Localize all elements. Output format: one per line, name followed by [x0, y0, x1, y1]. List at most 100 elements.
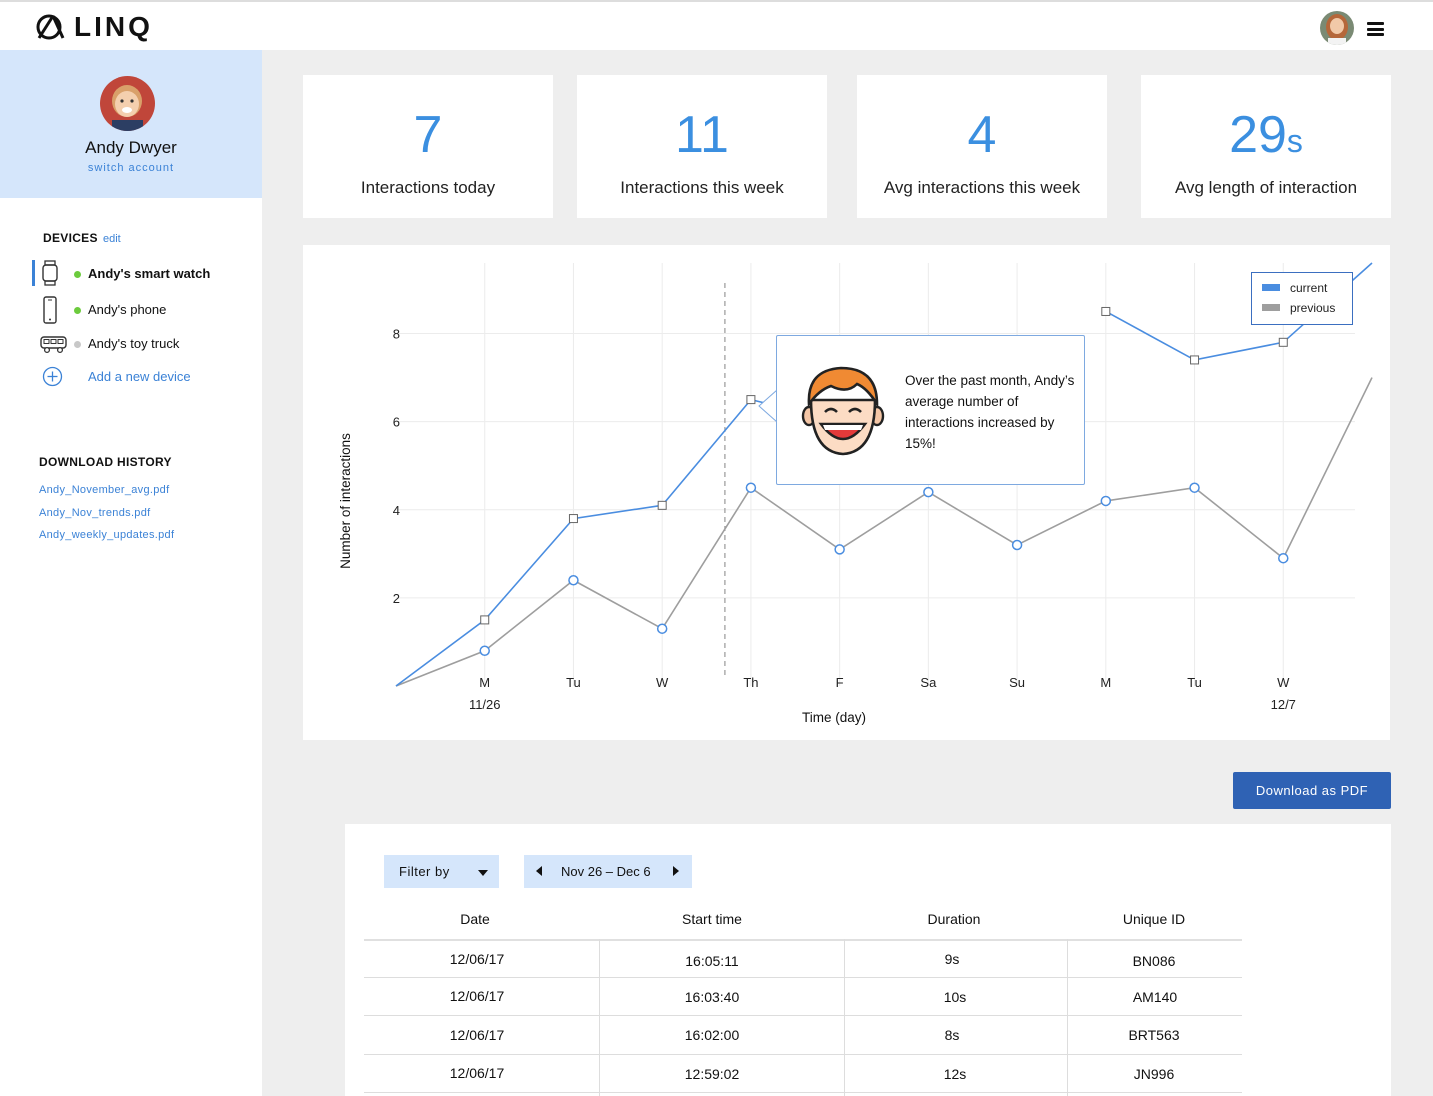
- add-device-label: Add a new device: [88, 369, 191, 384]
- next-arrow-icon[interactable]: [673, 866, 679, 876]
- cell-start-time: 16:03:40: [684, 989, 740, 1005]
- active-indicator: [32, 260, 35, 286]
- row-divider: [364, 977, 1242, 978]
- series-line-current: [395, 398, 840, 687]
- data-point-previous: [834, 544, 845, 555]
- truck-icon: [40, 336, 67, 354]
- profile-avatar: [100, 76, 155, 131]
- top-bar: LINQ: [0, 0, 1433, 50]
- row-divider: [364, 1092, 1242, 1093]
- cell-duration: 12s: [943, 1066, 967, 1082]
- legend-label: current: [1290, 281, 1328, 295]
- row-divider: [364, 1015, 1242, 1016]
- download-history-link[interactable]: Andy_weekly_updates.pdf: [39, 529, 174, 541]
- column-divider: [599, 939, 600, 1096]
- column-divider: [1067, 939, 1068, 1096]
- y-tick-label: 4: [393, 503, 400, 518]
- cell-duration: 9s: [944, 951, 960, 967]
- x-tick-label: F: [836, 675, 844, 690]
- devices-title: DEVICES: [43, 231, 98, 245]
- device-item-phone[interactable]: Andy's phone: [32, 296, 252, 326]
- online-status-dot: [74, 307, 81, 314]
- stat-label: Interactions this week: [620, 178, 784, 197]
- previous-arrow-icon[interactable]: [536, 866, 542, 876]
- cell-duration: 10s: [943, 989, 967, 1005]
- stat-value: 29s: [1229, 106, 1303, 164]
- logo[interactable]: LINQ: [36, 11, 153, 43]
- x-tick-label: M: [1100, 675, 1111, 690]
- column-header-duration[interactable]: Duration: [904, 911, 1004, 927]
- cell-date: 12/06/17: [449, 951, 505, 967]
- menu-icon[interactable]: [1367, 22, 1384, 36]
- y-tick-label: 8: [393, 327, 400, 342]
- add-device-button[interactable]: Add a new device: [40, 366, 240, 388]
- devices-edit-link[interactable]: edit: [103, 233, 121, 245]
- data-point-previous: [568, 575, 579, 586]
- header-divider: [364, 939, 1242, 941]
- column-header-start-time[interactable]: Start time: [662, 911, 762, 927]
- data-point-previous: [656, 623, 668, 634]
- cell-start-time: 12:59:02: [684, 1066, 740, 1082]
- x-tick-label: Tu: [566, 675, 581, 690]
- download-history-link[interactable]: Andy_November_avg.pdf: [39, 484, 169, 496]
- device-item-toy-truck[interactable]: Andy's toy truck: [32, 330, 252, 360]
- x-tick-label: Tu: [1187, 675, 1202, 690]
- profile-name: Andy Dwyer: [85, 138, 177, 157]
- x-tick-label: M: [479, 675, 490, 690]
- x-tick-label: Sa: [920, 675, 937, 690]
- stat-value: 11: [675, 106, 729, 164]
- filter-dropdown[interactable]: Filter by: [384, 855, 499, 888]
- data-point-current: [1190, 355, 1200, 365]
- insight-text: Over the past month, Andy’s average numb…: [905, 373, 1075, 451]
- device-label: Andy's toy truck: [88, 336, 180, 351]
- y-tick-label: 2: [393, 591, 400, 606]
- download-history-link[interactable]: Andy_Nov_trends.pdf: [39, 507, 151, 519]
- cell-duration: 8s: [944, 1027, 960, 1043]
- stat-value: 4: [967, 106, 997, 164]
- cell-unique-id: BN086: [1132, 953, 1176, 969]
- cell-date: 12/06/17: [449, 1027, 505, 1043]
- data-point-previous: [745, 482, 757, 493]
- user-avatar[interactable]: [1320, 11, 1354, 45]
- stat-card-avg-length: 29s Avg length of interaction: [1141, 75, 1391, 218]
- x-tick-date-label: 11/26: [469, 697, 501, 712]
- cell-unique-id: JN996: [1133, 1066, 1175, 1082]
- data-point-previous: [479, 645, 490, 656]
- cell-unique-id: BRT563: [1128, 1027, 1180, 1043]
- plus-circle-icon: [42, 366, 63, 387]
- data-point-current: [746, 395, 756, 405]
- insight-tooltip: Over the past month, Andy’s average numb…: [776, 335, 1085, 485]
- switch-account-link[interactable]: switch account: [0, 162, 262, 174]
- column-header-unique-id[interactable]: Unique ID: [1104, 911, 1204, 927]
- chart-legend: current previous: [1251, 272, 1353, 325]
- cell-start-time: 16:05:11: [685, 953, 739, 969]
- data-point-previous: [923, 486, 934, 498]
- profile-panel: Andy Dwyer switch account: [0, 50, 262, 198]
- data-point-current: [568, 514, 578, 524]
- download-pdf-button[interactable]: Download as PDF: [1233, 772, 1391, 809]
- data-point-previous: [1278, 552, 1289, 564]
- watch-icon: [42, 260, 58, 286]
- legend-swatch: [1262, 284, 1280, 291]
- date-range-picker: Nov 26 – Dec 6: [524, 855, 692, 888]
- stat-label: Avg length of interaction: [1174, 178, 1358, 197]
- online-status-dot: [74, 271, 81, 278]
- row-divider: [364, 1054, 1242, 1055]
- offline-status-dot: [74, 341, 81, 348]
- linq-logo-icon: [36, 14, 65, 40]
- column-header-date[interactable]: Date: [425, 911, 525, 927]
- phone-icon: [43, 296, 57, 324]
- interactions-chart: 2 4 6 8 M 11/26 Tu W Th F Sa Su M Tu W 12/7 Time (day) Nu…: [303, 245, 1390, 740]
- column-divider: [844, 939, 845, 1096]
- chart-plot: 2 4 6 8 M 11/26 Tu W Th F Sa Su M Tu W 12/7 Time (day) Nu…: [338, 262, 1373, 725]
- data-point-current: [657, 500, 667, 510]
- cell-start-time: 16:02:00: [684, 1027, 740, 1043]
- happy-face-icon: [801, 366, 885, 456]
- download-history-title: DOWNLOAD HISTORY: [39, 455, 172, 469]
- stat-card-interactions-today: 7 Interactions today: [303, 75, 553, 218]
- cell-date: 12/06/17: [449, 1065, 505, 1081]
- device-item-smart-watch[interactable]: Andy's smart watch: [32, 260, 252, 290]
- stat-label: Interactions today: [360, 178, 496, 197]
- device-label: Andy's smart watch: [88, 266, 211, 281]
- x-axis-label: Time (day): [802, 710, 866, 725]
